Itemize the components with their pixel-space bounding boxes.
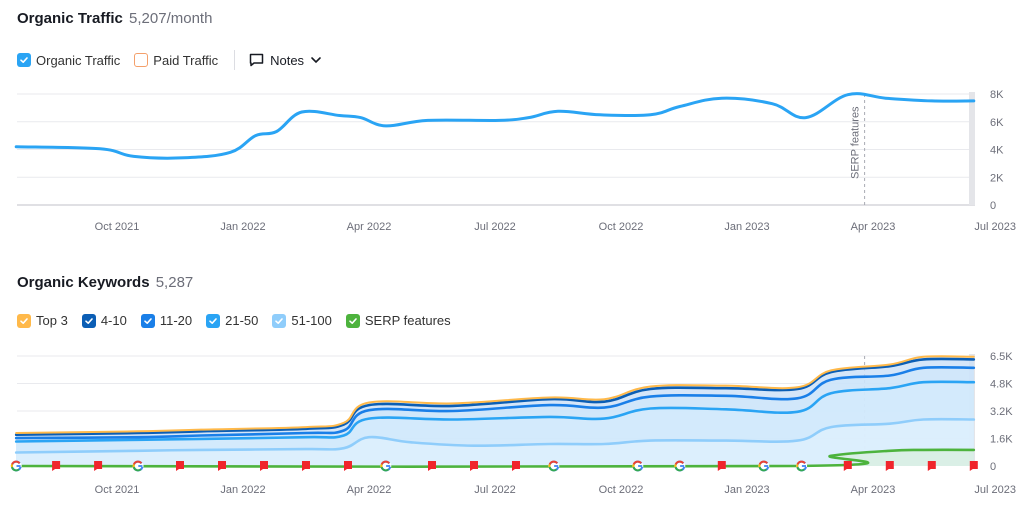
note-flag-icon bbox=[218, 461, 226, 471]
google-update-icon bbox=[796, 460, 808, 472]
google-update-icon bbox=[632, 460, 644, 472]
y-tick-label: 1.6K bbox=[990, 434, 1013, 446]
note-flag-icon bbox=[94, 461, 103, 471]
note-flag-shape bbox=[260, 461, 268, 471]
note-flag-shape bbox=[428, 461, 436, 471]
note-flag-shape bbox=[344, 461, 352, 471]
note-flag-shape bbox=[302, 461, 310, 471]
x-tick-label: Jul 2022 bbox=[474, 484, 516, 496]
y-tick-label: 0 bbox=[990, 461, 996, 473]
note-flag-shape bbox=[885, 461, 894, 471]
note-flag-icon bbox=[885, 461, 894, 471]
note-flag-shape bbox=[512, 461, 520, 471]
note-flag-icon bbox=[176, 461, 184, 471]
note-flag-icon bbox=[52, 461, 61, 471]
y-tick-label: 4.8K bbox=[990, 379, 1013, 391]
note-flag-shape bbox=[218, 461, 226, 471]
x-tick-label: Oct 2022 bbox=[599, 484, 644, 496]
note-flag-icon bbox=[512, 461, 520, 471]
x-tick-label: Jan 2022 bbox=[220, 484, 265, 496]
note-flag-shape bbox=[52, 461, 61, 471]
note-flag-shape bbox=[470, 461, 478, 471]
note-flag-icon bbox=[344, 461, 352, 471]
google-update-icon bbox=[132, 460, 144, 472]
note-flag-icon bbox=[843, 461, 852, 471]
note-flag-icon bbox=[302, 461, 310, 471]
x-tick-label: Apr 2022 bbox=[347, 484, 392, 496]
y-tick-label: 6.5K bbox=[990, 351, 1013, 363]
note-flag-shape bbox=[843, 461, 852, 471]
note-flag-shape bbox=[969, 461, 978, 471]
x-tick-label: Apr 2023 bbox=[851, 484, 896, 496]
note-flag-shape bbox=[176, 461, 184, 471]
note-flag-icon bbox=[260, 461, 268, 471]
note-flag-icon bbox=[969, 461, 978, 471]
y-tick-label: 3.2K bbox=[990, 406, 1013, 418]
google-update-icon bbox=[758, 460, 770, 472]
x-tick-label: Oct 2021 bbox=[95, 484, 140, 496]
google-update-icon bbox=[380, 460, 392, 472]
note-flag-icon bbox=[428, 461, 436, 471]
note-flag-icon bbox=[470, 461, 478, 471]
google-update-icon bbox=[10, 460, 22, 472]
note-flag-icon bbox=[717, 461, 726, 471]
note-flag-shape bbox=[717, 461, 726, 471]
note-flag-shape bbox=[94, 461, 103, 471]
google-update-icon bbox=[674, 460, 686, 472]
x-tick-label: Jul 2023 bbox=[974, 484, 1016, 496]
note-flag-icon bbox=[927, 461, 936, 471]
google-update-icon bbox=[548, 460, 560, 472]
organic-keywords-chart: 0 1.6K 3.2K 4.8K 6.5K Oct 2021 Jan 2022 Apr 20… bbox=[10, 351, 1016, 496]
x-tick-label: Jan 2023 bbox=[724, 484, 769, 496]
note-flag-shape bbox=[927, 461, 936, 471]
